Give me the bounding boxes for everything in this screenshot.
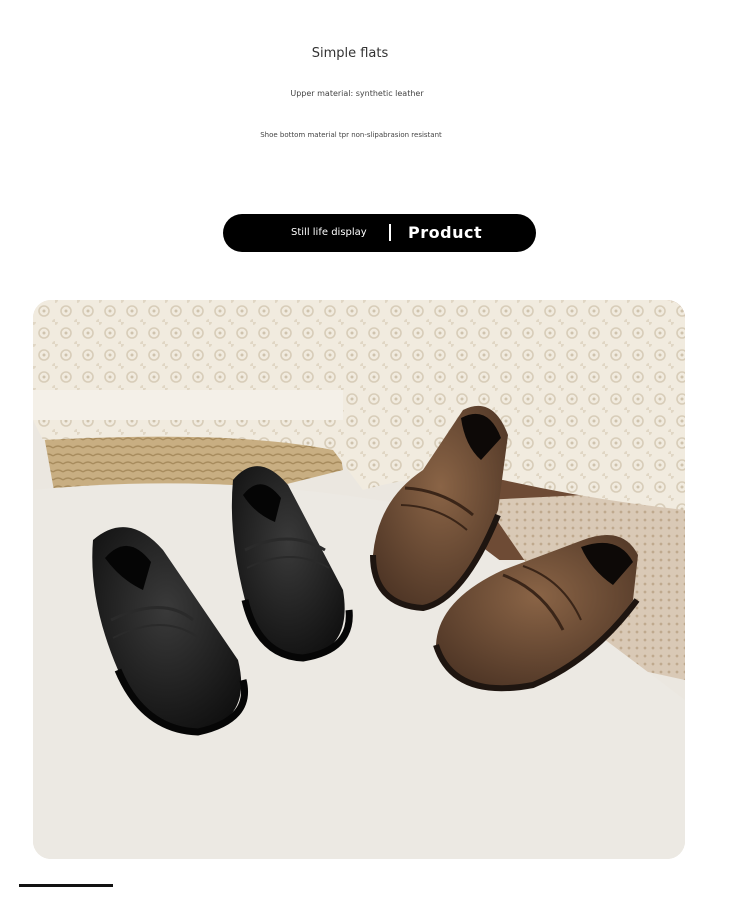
footer-underline xyxy=(19,884,113,887)
spec-upper-material: Upper material: synthetic leather xyxy=(290,89,424,98)
pill-right-label: Product xyxy=(408,223,483,242)
pill-left-label: Still life display xyxy=(291,227,367,238)
section-title-pill: Still life display Product xyxy=(223,214,536,252)
product-photo xyxy=(33,300,685,859)
product-headline: Simple flats xyxy=(311,46,389,61)
product-photo-illustration xyxy=(33,300,685,859)
spec-sole-material: Shoe bottom material tpr non-slipabrasio… xyxy=(260,131,442,139)
pill-divider xyxy=(389,224,391,241)
